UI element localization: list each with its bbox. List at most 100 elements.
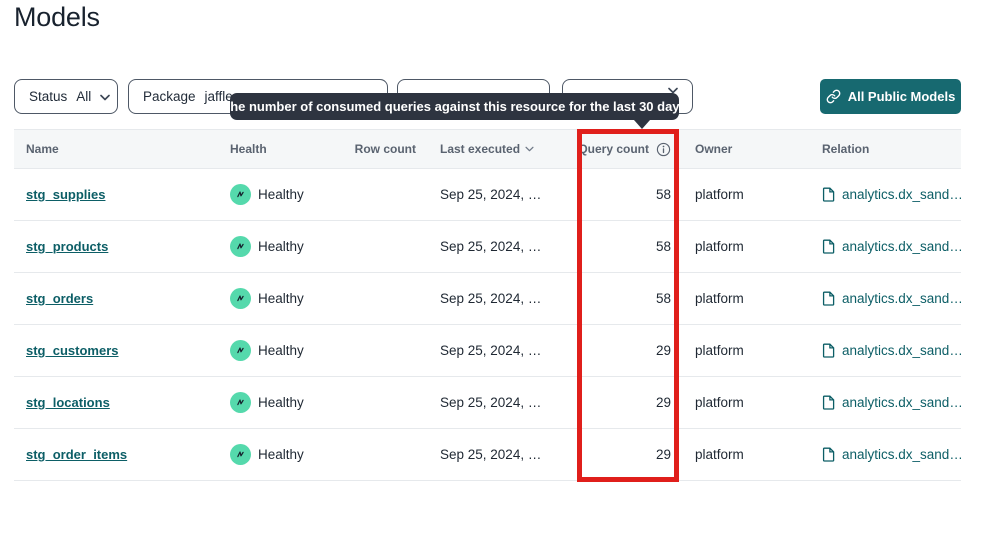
package-filter-label: Package (143, 89, 196, 104)
name-cell: stg_products (14, 221, 218, 273)
query-count-cell: 29 (579, 429, 683, 481)
owner-cell: platform (683, 429, 810, 481)
model-name-link[interactable]: stg_order_items (26, 447, 127, 462)
column-header-health: Health (218, 130, 352, 168)
table-row: stg_locations Healthy Sep 25, 2024, … 29… (14, 377, 961, 429)
row-count-cell (352, 429, 428, 481)
tooltip-text: The number of consumed queries against t… (222, 99, 687, 114)
row-count-cell (352, 273, 428, 325)
health-pulse-badge-icon (230, 392, 251, 413)
relation-cell: analytics.dx_sand… (810, 221, 961, 273)
name-cell: stg_customers (14, 325, 218, 377)
column-header-relation: Relation (810, 130, 961, 168)
model-name-link[interactable]: stg_products (26, 239, 108, 254)
status-filter-dropdown[interactable]: Status All (14, 79, 118, 114)
health-pulse-badge-icon (230, 288, 251, 309)
column-header-query-count: Query count (579, 130, 683, 168)
query-count-header-label: Query count (578, 142, 649, 156)
health-pulse-badge-icon (230, 184, 251, 205)
link-icon (826, 89, 841, 104)
relation-cell: analytics.dx_sand… (810, 429, 961, 481)
relation-link[interactable]: analytics.dx_sand… (842, 239, 961, 254)
owner-cell: platform (683, 221, 810, 273)
owner-cell: platform (683, 377, 810, 429)
tooltip-arrow (634, 120, 650, 129)
query-count-tooltip: The number of consumed queries against t… (230, 93, 679, 120)
relation-link[interactable]: analytics.dx_sand… (842, 343, 961, 358)
row-count-cell (352, 377, 428, 429)
status-filter-value: All (76, 89, 91, 104)
owner-cell: platform (683, 169, 810, 221)
row-count-cell (352, 325, 428, 377)
relation-link[interactable]: analytics.dx_sand… (842, 187, 961, 202)
last-executed-cell: Sep 25, 2024, … (428, 429, 579, 481)
last-executed-cell: Sep 25, 2024, … (428, 221, 579, 273)
relation-cell: analytics.dx_sand… (810, 377, 961, 429)
model-name-link[interactable]: stg_orders (26, 291, 93, 306)
table-row: stg_order_items Healthy Sep 25, 2024, … … (14, 429, 961, 481)
page-title: Models (14, 2, 100, 33)
last-executed-header-label: Last executed (440, 142, 520, 156)
health-pulse-badge-icon (230, 444, 251, 465)
relation-link[interactable]: analytics.dx_sand… (842, 447, 961, 462)
model-name-link[interactable]: stg_supplies (26, 187, 105, 202)
query-count-cell: 29 (579, 377, 683, 429)
file-icon (822, 187, 835, 202)
health-cell: Healthy (218, 429, 352, 481)
relation-link[interactable]: analytics.dx_sand… (842, 291, 961, 306)
health-cell: Healthy (218, 377, 352, 429)
owner-cell: platform (683, 273, 810, 325)
query-count-cell: 29 (579, 325, 683, 377)
table-row: stg_supplies Healthy Sep 25, 2024, … 58 … (14, 169, 961, 221)
query-count-cell: 58 (579, 273, 683, 325)
table-row: stg_customers Healthy Sep 25, 2024, … 29… (14, 325, 961, 377)
status-filter-label: Status (29, 89, 67, 104)
models-page: Models Status All Package jaffle_ All (0, 0, 989, 536)
relation-link[interactable]: analytics.dx_sand… (842, 395, 961, 410)
table-header-row: Name Health Row count Last executed Quer… (14, 129, 961, 169)
name-cell: stg_supplies (14, 169, 218, 221)
last-executed-cell: Sep 25, 2024, … (428, 377, 579, 429)
chevron-down-icon (100, 94, 110, 101)
relation-cell: analytics.dx_sand… (810, 325, 961, 377)
last-executed-cell: Sep 25, 2024, … (428, 169, 579, 221)
health-label: Healthy (258, 239, 304, 254)
last-executed-cell: Sep 25, 2024, … (428, 325, 579, 377)
info-icon[interactable] (656, 142, 671, 157)
health-label: Healthy (258, 343, 304, 358)
table-row: stg_orders Healthy Sep 25, 2024, … 58 pl… (14, 273, 961, 325)
name-cell: stg_locations (14, 377, 218, 429)
health-label: Healthy (258, 187, 304, 202)
file-icon (822, 291, 835, 306)
query-count-cell: 58 (579, 169, 683, 221)
table-body: stg_supplies Healthy Sep 25, 2024, … 58 … (14, 169, 961, 481)
file-icon (822, 395, 835, 410)
health-cell: Healthy (218, 221, 352, 273)
relation-cell: analytics.dx_sand… (810, 273, 961, 325)
last-executed-cell: Sep 25, 2024, … (428, 273, 579, 325)
file-icon (822, 343, 835, 358)
health-pulse-badge-icon (230, 236, 251, 257)
models-table: Name Health Row count Last executed Quer… (14, 129, 961, 481)
health-label: Healthy (258, 447, 304, 462)
health-cell: Healthy (218, 169, 352, 221)
model-name-link[interactable]: stg_customers (26, 343, 118, 358)
model-name-link[interactable]: stg_locations (26, 395, 110, 410)
table-row: stg_products Healthy Sep 25, 2024, … 58 … (14, 221, 961, 273)
relation-cell: analytics.dx_sand… (810, 169, 961, 221)
name-cell: stg_orders (14, 273, 218, 325)
column-header-name: Name (14, 130, 218, 168)
all-public-models-button[interactable]: All Public Models (820, 79, 961, 114)
column-header-owner: Owner (683, 130, 810, 168)
owner-cell: platform (683, 325, 810, 377)
column-header-last-executed[interactable]: Last executed (428, 130, 579, 168)
column-header-row-count: Row count (352, 130, 428, 168)
health-pulse-badge-icon (230, 340, 251, 361)
health-label: Healthy (258, 395, 304, 410)
health-label: Healthy (258, 291, 304, 306)
query-count-cell: 58 (579, 221, 683, 273)
health-cell: Healthy (218, 273, 352, 325)
name-cell: stg_order_items (14, 429, 218, 481)
file-icon (822, 447, 835, 462)
row-count-cell (352, 221, 428, 273)
